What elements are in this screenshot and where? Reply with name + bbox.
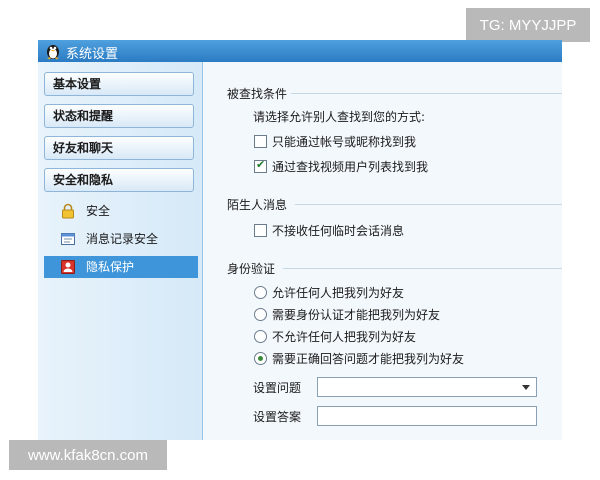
message-log-icon — [61, 233, 75, 245]
sidebar-item-label: 安全 — [86, 204, 111, 218]
check-icon: ✔ — [256, 158, 266, 171]
radio-label: 需要身份认证才能把我列为好友 — [272, 308, 441, 322]
section-divider — [291, 93, 562, 94]
answer-input[interactable] — [317, 406, 537, 426]
radio-label: 不允许任何人把我列为好友 — [272, 330, 417, 344]
penguin-icon — [47, 45, 59, 60]
watermark-top: TG: MYYJJPP — [466, 8, 590, 42]
sidebar-category-friends-chat[interactable]: 好友和聊天 — [44, 136, 194, 160]
sidebar-item-security[interactable]: 安全 — [44, 200, 198, 222]
checkbox-account-or-nickname-only[interactable] — [254, 135, 267, 148]
section-divider — [283, 268, 562, 269]
checkbox-label: 只能通过帐号或昵称找到我 — [272, 135, 417, 149]
section-title-find-me: 被查找条件 — [227, 87, 288, 101]
settings-window: 系统设置 基本设置 状态和提醒 好友和聊天 安全和隐私 安全 消息记录安全 隐私… — [38, 40, 562, 440]
radio-require-verification[interactable] — [254, 308, 267, 321]
find-me-prompt: 请选择允许别人查找到您的方式: — [253, 110, 426, 124]
window-title: 系统设置 — [66, 47, 119, 62]
section-title-stranger-messages: 陌生人消息 — [227, 198, 288, 212]
dropdown-arrow-icon[interactable] — [522, 385, 530, 390]
radio-selected-dot — [258, 356, 263, 361]
settings-content: 被查找条件 请选择允许别人查找到您的方式: 只能通过帐号或昵称找到我 ✔ 通过查… — [203, 62, 562, 440]
answer-label: 设置答案 — [253, 410, 302, 424]
checkbox-label: 通过查找视频用户列表找到我 — [272, 160, 429, 174]
radio-label: 需要正确回答问题才能把我列为好友 — [272, 352, 465, 366]
checkbox-reject-temp-messages[interactable] — [254, 224, 267, 237]
checkbox-video-user-list[interactable]: ✔ — [254, 158, 267, 173]
checkbox-label: 不接收任何临时会话消息 — [272, 224, 405, 238]
sidebar-item-label: 隐私保护 — [86, 260, 135, 274]
radio-require-correct-answer[interactable] — [254, 352, 267, 365]
radio-allow-anyone[interactable] — [254, 286, 267, 299]
section-title-verification: 身份验证 — [227, 262, 276, 276]
question-label: 设置问题 — [253, 381, 302, 395]
radio-allow-nobody[interactable] — [254, 330, 267, 343]
section-divider — [295, 204, 562, 205]
sidebar-category-security-privacy[interactable]: 安全和隐私 — [44, 168, 194, 192]
sidebar-category-basic[interactable]: 基本设置 — [44, 72, 194, 96]
sidebar-category-status[interactable]: 状态和提醒 — [44, 104, 194, 128]
sidebar-item-message-log-security[interactable]: 消息记录安全 — [44, 228, 198, 250]
sidebar: 基本设置 状态和提醒 好友和聊天 安全和隐私 安全 消息记录安全 隐私保护 — [38, 62, 203, 440]
question-select[interactable] — [317, 377, 537, 397]
sidebar-item-label: 消息记录安全 — [86, 232, 159, 246]
privacy-icon — [61, 260, 75, 274]
watermark-bottom: www.kfak8cn.com — [9, 440, 167, 470]
lock-icon — [62, 203, 74, 219]
title-bar[interactable]: 系统设置 — [38, 40, 562, 62]
sidebar-item-privacy-protection[interactable]: 隐私保护 — [44, 256, 198, 278]
radio-label: 允许任何人把我列为好友 — [272, 286, 405, 300]
